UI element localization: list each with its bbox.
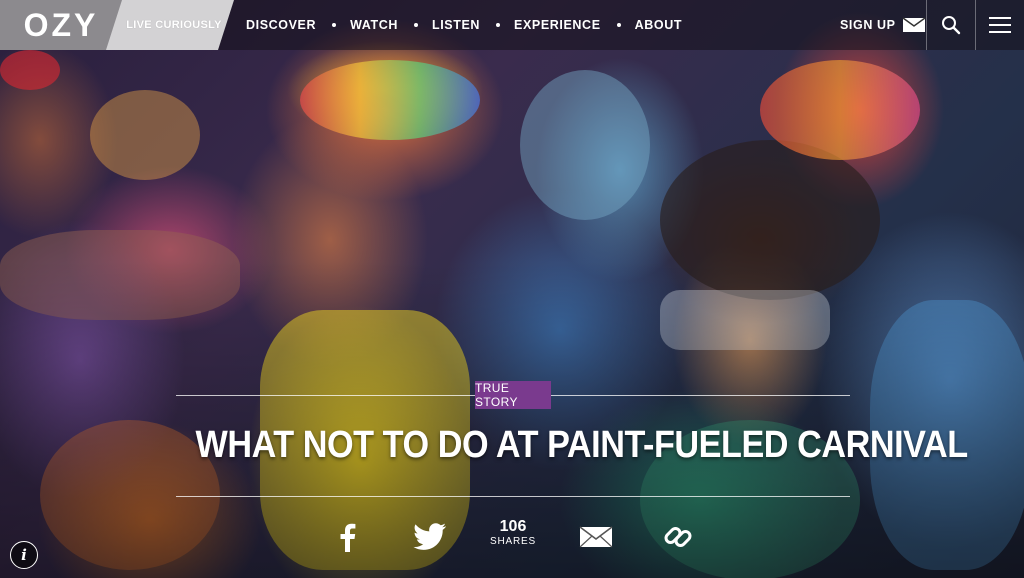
nav-watch[interactable]: WATCH [350,18,398,32]
nav-separator [414,23,418,27]
twitter-icon [413,523,446,550]
signup-label: SIGN UP [840,18,896,32]
ozy-logo[interactable]: OZY [0,0,122,50]
top-navigation: OZY LIVE CURIOUSLY DISCOVER WATCH LISTEN… [0,0,1024,50]
share-facebook[interactable] [330,520,364,554]
nav-separator [496,23,501,27]
menu-button[interactable] [976,0,1024,50]
link-icon [664,527,692,547]
share-count: 106 SHARES [490,518,536,548]
main-nav: DISCOVER WATCH LISTEN EXPERIENCE ABOUT [246,0,682,50]
info-icon: i [21,546,27,564]
search-button[interactable] [927,0,975,50]
divider [176,395,475,396]
category-badge[interactable]: TRUE STORY [475,381,551,409]
signup-button[interactable]: SIGN UP [840,0,926,50]
article-title: WHAT NOT TO DO AT PAINT-FUELED CARNIVAL [195,424,969,466]
menu-icon [989,17,1011,33]
nav-listen[interactable]: LISTEN [432,18,480,32]
nav-about[interactable]: ABOUT [635,18,682,32]
hero-image [0,0,1024,578]
share-count-label: SHARES [490,536,536,547]
share-link[interactable] [660,520,696,554]
info-button[interactable]: i [10,541,38,569]
nav-experience[interactable]: EXPERIENCE [514,18,601,32]
divider [551,395,850,396]
nav-separator [332,23,337,27]
nav-discover[interactable]: DISCOVER [246,18,316,32]
email-icon [579,526,613,548]
divider [176,496,850,497]
share-count-number: 106 [499,518,527,535]
share-email[interactable] [576,520,616,554]
nav-separator [616,23,621,27]
search-icon [942,16,961,35]
tagline: LIVE CURIOUSLY [106,0,234,50]
facebook-icon [340,523,356,552]
share-twitter[interactable] [410,520,450,554]
mail-icon [902,17,926,32]
